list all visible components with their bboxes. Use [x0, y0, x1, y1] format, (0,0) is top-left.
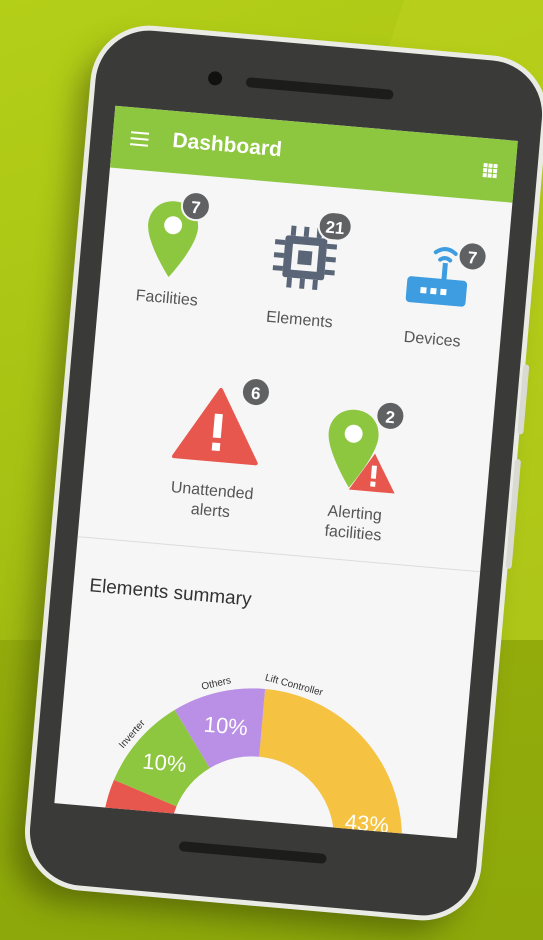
donut-value-label: 15%: [113, 833, 159, 839]
elements-summary-chart: 43%Lift Controller15%quisition10%Inverte…: [81, 606, 461, 839]
page-title: Dashboard: [171, 128, 283, 162]
donut-category-label: quisition: [87, 831, 101, 838]
tile-devices-label: Devices: [403, 328, 462, 351]
tile-facilities-label: Facilities: [135, 287, 199, 310]
tile-devices[interactable]: 7 Devices: [371, 237, 500, 355]
tile-elements-label: Elements: [265, 308, 334, 332]
earpiece-speaker: [245, 77, 394, 100]
app-bar: Dashboard: [109, 105, 518, 203]
tile-facilities[interactable]: 7 Facilities: [106, 189, 235, 314]
bottom-speaker: [178, 841, 327, 864]
donut-category-label: Others: [201, 675, 233, 692]
donut-value-label: 43%: [344, 809, 390, 838]
tile-alerting-facilities[interactable]: 2 Alerting facilities: [292, 399, 423, 549]
front-camera: [207, 70, 223, 86]
apps-grid-icon[interactable]: [482, 163, 498, 179]
app-screen: Dashboard 7 Facilities 21 Elements 7 Dev…: [54, 105, 518, 839]
tile-unattended-alerts[interactable]: 6 Unattended alerts: [150, 375, 281, 527]
tile-elements[interactable]: 21 Elements: [239, 209, 368, 336]
donut-value-label: 10%: [141, 748, 187, 777]
donut-value-label: 10%: [203, 712, 249, 741]
elements-summary-title: Elements summary: [88, 575, 253, 611]
phone-frame: Dashboard 7 Facilities 21 Elements 7 Dev…: [25, 26, 543, 920]
section-divider: [77, 536, 481, 573]
donut-chart-svg: 43%Lift Controller15%quisition10%Inverte…: [87, 672, 403, 839]
hamburger-menu-icon[interactable]: [129, 131, 150, 147]
